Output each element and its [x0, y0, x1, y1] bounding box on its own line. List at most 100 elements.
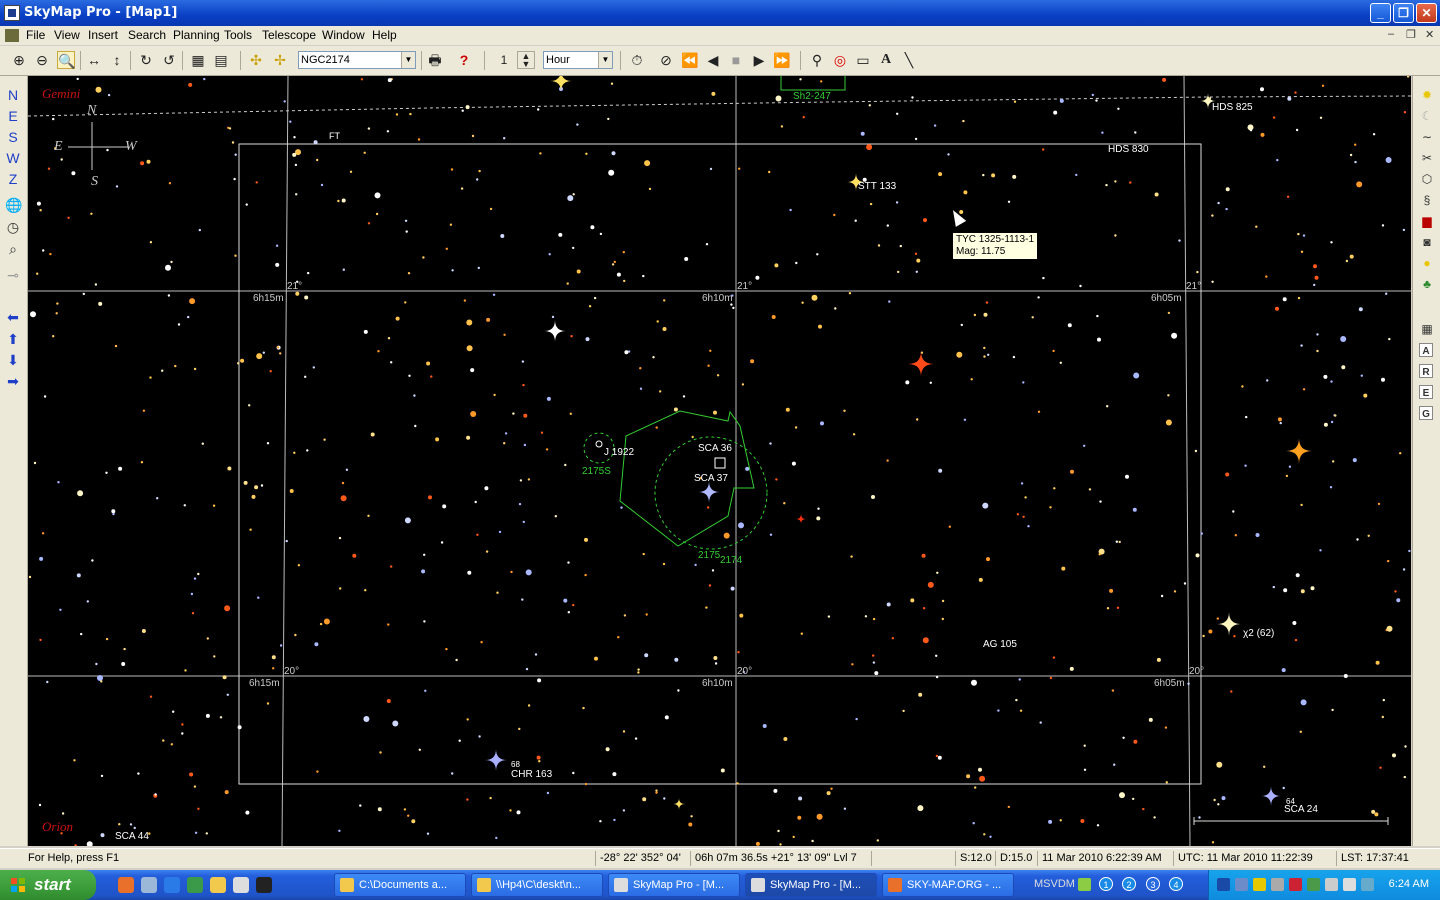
star[interactable] [187, 315, 190, 319]
star[interactable] [1356, 181, 1363, 188]
star[interactable] [283, 100, 286, 103]
star[interactable] [1217, 201, 1220, 205]
star[interactable] [276, 346, 280, 349]
star[interactable] [860, 131, 865, 136]
star[interactable] [1396, 598, 1401, 603]
star[interactable] [1052, 656, 1056, 659]
star[interactable] [1217, 803, 1220, 806]
star[interactable] [188, 82, 193, 87]
star[interactable] [228, 127, 232, 130]
chart-icon[interactable]: ▆ [1419, 212, 1435, 230]
star[interactable] [1164, 726, 1168, 729]
star[interactable] [1245, 415, 1248, 419]
star[interactable] [774, 263, 779, 268]
star[interactable] [572, 246, 575, 250]
star[interactable] [1300, 250, 1304, 253]
flip-horizontal-icon[interactable]: ↔ [85, 51, 103, 69]
task-skymap-1[interactable]: SkyMap Pro - [M... [608, 873, 740, 897]
star[interactable] [616, 272, 621, 277]
star[interactable] [285, 539, 288, 543]
star[interactable] [1300, 589, 1305, 594]
menu-telescope[interactable]: Telescope [262, 28, 316, 42]
star[interactable] [923, 607, 926, 610]
star[interactable] [421, 569, 426, 574]
star[interactable] [486, 317, 491, 322]
star[interactable] [1244, 464, 1247, 467]
star[interactable] [546, 791, 550, 795]
star[interactable] [1279, 421, 1282, 425]
star[interactable] [1165, 781, 1169, 784]
star[interactable] [1367, 534, 1370, 537]
star[interactable] [1211, 214, 1214, 217]
star[interactable] [775, 95, 782, 102]
star[interactable] [477, 266, 480, 270]
star[interactable] [797, 815, 802, 820]
pan-up-icon[interactable]: ⬆ [5, 330, 21, 348]
star[interactable] [500, 234, 505, 238]
star[interactable] [659, 390, 662, 393]
star[interactable] [407, 814, 410, 817]
star[interactable] [1037, 410, 1041, 413]
star[interactable] [1020, 482, 1024, 485]
bright-star[interactable] [796, 514, 806, 524]
star[interactable] [941, 617, 944, 621]
star[interactable] [1356, 538, 1359, 541]
grid-tray-icon[interactable] [1078, 878, 1091, 891]
star[interactable] [540, 431, 544, 434]
star[interactable] [1272, 116, 1276, 119]
star[interactable] [1354, 143, 1357, 146]
ngc2174-center-marker[interactable] [714, 457, 726, 469]
star[interactable] [137, 772, 140, 775]
star[interactable] [1183, 582, 1187, 585]
star[interactable] [642, 274, 645, 278]
star[interactable] [620, 506, 623, 509]
star[interactable] [1300, 344, 1303, 347]
star[interactable] [1406, 76, 1410, 78]
star[interactable] [1024, 496, 1027, 499]
star[interactable] [791, 461, 796, 466]
star[interactable] [304, 375, 307, 378]
star[interactable] [750, 359, 755, 364]
star[interactable] [1165, 419, 1172, 426]
star[interactable] [566, 282, 569, 285]
star[interactable] [1211, 280, 1214, 283]
star[interactable] [674, 657, 679, 662]
device-tray-icon[interactable] [1271, 878, 1284, 891]
star[interactable] [254, 485, 259, 490]
star[interactable] [963, 190, 968, 195]
pan-down-icon[interactable]: ⬇ [5, 351, 21, 369]
star[interactable] [118, 823, 121, 826]
star[interactable] [390, 361, 393, 364]
star[interactable] [982, 173, 985, 177]
object-label-hds825[interactable]: HDS 825 [1212, 102, 1253, 113]
star[interactable] [201, 442, 204, 445]
star[interactable] [1266, 379, 1269, 382]
star[interactable] [47, 167, 51, 170]
star[interactable] [1167, 311, 1171, 315]
star[interactable] [905, 380, 910, 385]
star[interactable] [458, 739, 461, 742]
star[interactable] [512, 412, 515, 415]
star[interactable] [923, 218, 927, 223]
star[interactable] [476, 178, 479, 181]
star[interactable] [478, 735, 481, 738]
star[interactable] [1387, 559, 1390, 563]
star[interactable] [1059, 819, 1062, 822]
star[interactable] [648, 187, 652, 191]
star[interactable] [970, 378, 973, 381]
star[interactable] [345, 468, 349, 471]
star[interactable] [1114, 234, 1117, 237]
star[interactable] [921, 553, 926, 558]
star[interactable] [271, 655, 276, 660]
star[interactable] [275, 262, 280, 267]
star[interactable] [316, 158, 319, 162]
star[interactable] [149, 241, 153, 244]
star[interactable] [1299, 730, 1303, 733]
object-label-hds830[interactable]: HDS 830 [1108, 144, 1149, 155]
star[interactable] [193, 785, 197, 788]
star[interactable] [662, 562, 666, 566]
star[interactable] [711, 569, 715, 572]
star[interactable] [914, 137, 918, 141]
orient-east-button[interactable]: E [5, 107, 21, 125]
star[interactable] [864, 615, 868, 618]
